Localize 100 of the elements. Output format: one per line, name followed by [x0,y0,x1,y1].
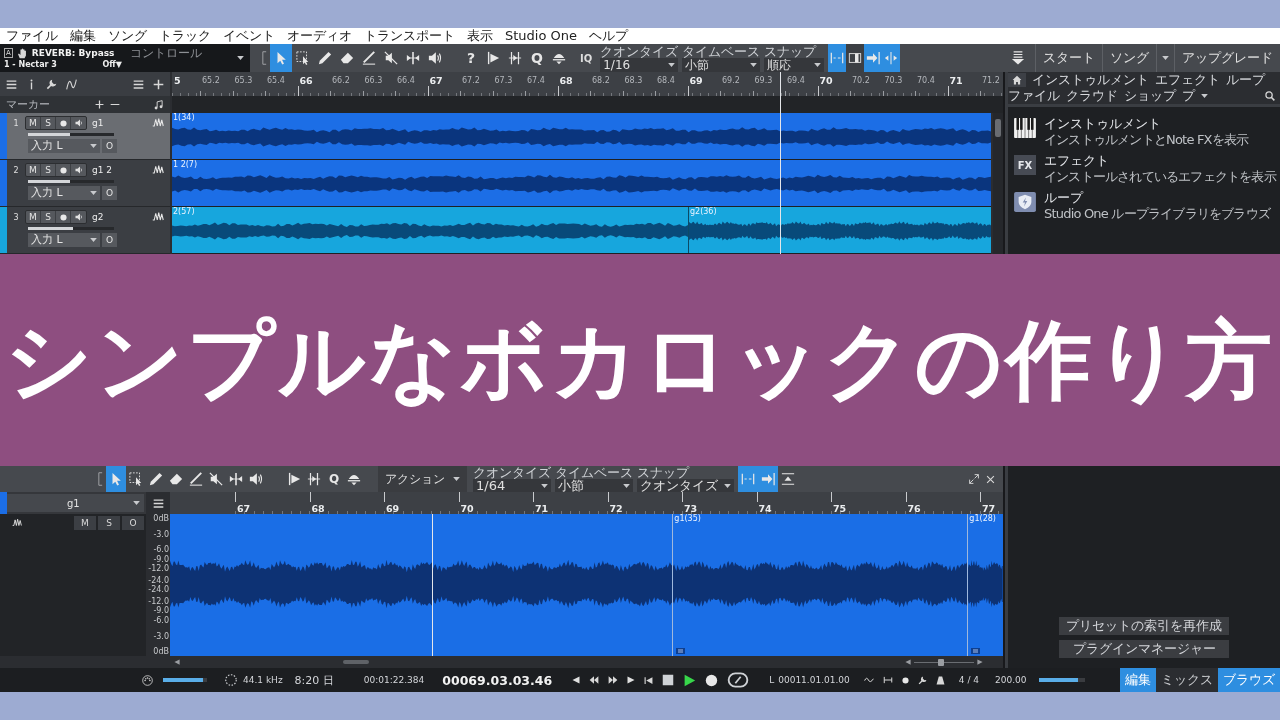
grip-handle-icon[interactable] [971,648,981,654]
tool-button[interactable]: ? [460,44,482,72]
timeline-ruler[interactable]: 5 65.2 65.3 65.4 66 66.2 66.3 66.4 67 67.2 67.3 67.4 68 68.2 68.3 68.4 69 69.2 69.3 69.4 70 70.2 70.3 70.4 71 71.2 [172,72,1003,96]
browser-tab[interactable]: ループ [1226,73,1265,87]
squiggle-icon[interactable] [863,675,874,685]
output-button[interactable]: O [102,139,117,153]
browser-tab[interactable]: インストゥルメント [1032,73,1149,87]
audio-event[interactable]: g1(35) [672,514,968,656]
zoom-slider[interactable] [914,658,974,666]
wrench-icon[interactable] [46,78,57,90]
mute-button[interactable]: M [74,516,96,530]
home-tab[interactable] [1008,73,1026,87]
scrollbar-thumb[interactable] [343,660,369,664]
menu-item[interactable]: Studio One [505,28,577,44]
dot-icon[interactable] [901,676,909,684]
tool-button[interactable]: Q [324,466,344,492]
output-button[interactable]: O [102,186,117,200]
track-header[interactable]: 3 M S g2 入力 L O [0,207,170,254]
menu-item[interactable]: イベント [223,28,275,44]
solo-button[interactable]: S [98,516,120,530]
add-icon[interactable] [153,78,164,90]
setting-dropdown[interactable]: 小節 [555,479,633,492]
mute-button[interactable]: M [26,117,41,129]
audio-event[interactable]: 1(34) [172,113,991,159]
input-dropdown[interactable]: 入力 L [28,186,100,200]
zoom-out-icon[interactable] [905,659,911,665]
play-icon[interactable] [683,673,697,687]
action-dropdown[interactable]: アクション [378,466,467,492]
volume-fader[interactable] [28,133,114,136]
browser-tab[interactable]: クラウド [1066,89,1118,103]
round-socket-icon[interactable] [142,674,153,686]
input-dropdown[interactable]: 入力 L [28,233,100,247]
parameter-value[interactable]: Off▼ [102,59,122,69]
return-to-start-icon[interactable] [644,675,654,685]
mute-button[interactable]: M [26,164,41,176]
metronome-icon[interactable] [935,675,945,685]
menu-item[interactable]: オーディオ [287,28,352,44]
volume-fader[interactable] [28,227,114,230]
scroll-left-icon[interactable] [174,659,180,665]
bracket-icon[interactable] [262,51,267,65]
menu-item[interactable]: ファイル [6,28,58,44]
snap-button[interactable] [882,44,901,72]
setting-dropdown[interactable]: クオンタイズ [637,479,734,492]
setting-dropdown[interactable]: 1/16 [600,57,679,72]
slider-thumb[interactable] [938,658,944,666]
wrench-icon[interactable] [917,675,927,685]
output-button[interactable]: O [102,233,117,247]
track-selector[interactable]: g1 [7,494,144,512]
search-icon[interactable] [1265,91,1275,101]
hand-icon[interactable] [16,47,28,59]
list-icon[interactable] [152,497,164,509]
scrollbar-thumb[interactable] [995,119,1001,137]
input-dropdown[interactable]: 入力 L [28,139,100,153]
snap-button[interactable] [828,44,847,72]
track-header[interactable]: 2 M S g1 2 入力 L O [0,160,170,207]
solo-button[interactable]: S [41,117,56,129]
solo-button[interactable]: S [41,211,56,223]
minus-icon[interactable] [110,103,120,106]
marker-lane[interactable] [172,96,1003,113]
output-button[interactable]: O [122,516,144,530]
zoom-in-icon[interactable] [977,659,983,665]
audio-event[interactable]: 1 2(7) [172,160,991,206]
browser-item[interactable]: インストゥルメント インストゥルメントとNote FXを表示 [1008,113,1280,150]
setting-dropdown[interactable]: 小節 [682,57,761,72]
list-icon[interactable] [6,78,17,90]
browser-tab[interactable]: プ [1182,89,1195,103]
browser-tab[interactable]: ファイル [1008,89,1060,103]
list-icon[interactable] [133,78,144,90]
mute-button[interactable]: M [26,211,41,223]
track-header[interactable]: 1 M S g1 入力 L O [0,113,170,160]
view-tab[interactable]: ミックス [1156,668,1218,692]
menu-item[interactable]: 編集 [70,28,96,44]
editor-ruler[interactable]: 67 68 69 70 71 72 73 74 75 76 77 [170,492,1003,514]
menu-item[interactable]: 表示 [467,28,493,44]
step-back-icon[interactable] [572,676,581,684]
record-icon[interactable] [705,673,719,687]
step-forward-icon[interactable] [627,676,636,684]
iq-button[interactable]: IQ [580,52,593,64]
rewind-icon[interactable] [589,675,600,685]
browser-tab[interactable]: エフェクト [1155,73,1220,87]
browser-button[interactable]: プリセットの索引を再作成 [1059,617,1229,635]
stop-icon[interactable] [662,674,675,686]
vertical-scrollbar[interactable] [993,113,1003,254]
setting-dropdown[interactable]: 順応 [764,57,825,72]
menu-item[interactable]: ヘルプ [589,28,628,44]
browser-tab[interactable]: ショップ [1124,89,1176,103]
caret-icon[interactable] [237,56,244,60]
h-bracket-icon[interactable] [882,675,893,685]
music-note-icon[interactable] [154,99,164,110]
tool-button[interactable]: Q [526,44,548,72]
menu-item[interactable]: ソング [108,28,147,44]
snap-button[interactable] [846,44,865,72]
add-icon[interactable] [95,100,104,109]
caret-icon[interactable] [1201,94,1208,98]
menu-item[interactable]: トラック [159,28,211,44]
bracket-icon[interactable] [98,472,103,486]
curve-icon[interactable] [66,78,77,90]
browser-item[interactable]: FX エフェクト インストールされているエフェクトを表示 [1008,150,1280,187]
expand-icon[interactable] [969,474,979,484]
fast-forward-icon[interactable] [608,675,619,685]
